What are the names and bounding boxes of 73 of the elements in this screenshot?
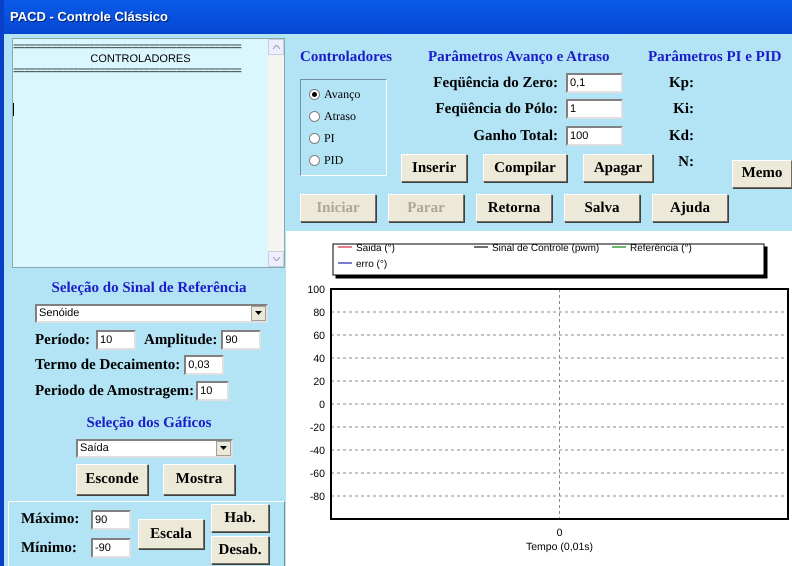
window-title: PACD - Controle Clássico	[10, 8, 168, 26]
memo-line: ==========================================	[13, 41, 242, 53]
parameter-label: Ki:	[673, 100, 694, 119]
parameter-field[interactable]: 0,1	[566, 72, 623, 93]
memo-button[interactable]: Memo	[732, 160, 792, 188]
radio-button[interactable]	[309, 154, 320, 166]
field-label: Mínimo:	[21, 538, 78, 558]
text-cursor	[13, 103, 14, 116]
axis-tick-label: 0	[556, 527, 562, 539]
scroll-up-icon[interactable]	[268, 39, 284, 55]
radio-label: Atraso	[324, 108, 356, 125]
signal-dropdown[interactable]: Senóide	[35, 304, 268, 322]
axis-tick-label: 100	[307, 284, 325, 296]
axis-tick-label: 80	[313, 307, 325, 319]
field-label: Ganho Total:	[473, 126, 558, 146]
axis-tick-label: -20	[310, 422, 325, 434]
parameter-field[interactable]: 100	[566, 126, 623, 146]
toggle-button[interactable]: Mostra	[163, 464, 235, 494]
sampling-field[interactable]: 10	[196, 380, 230, 401]
axis-tick-label: 20	[313, 376, 325, 388]
enable-button[interactable]: Hab.	[211, 504, 269, 532]
radio-button[interactable]	[309, 110, 320, 122]
field-label: Amplitude:	[144, 330, 218, 350]
field-label: Periodo de Amostragem:	[35, 382, 194, 400]
period-field[interactable]: 10	[96, 330, 136, 350]
radio-button[interactable]	[309, 88, 320, 100]
action-button[interactable]: Salva	[564, 194, 640, 222]
field-label: Máximo:	[21, 510, 80, 530]
field-label: Período:	[35, 330, 90, 350]
legend-entry: erro (°)	[338, 259, 388, 270]
axis-tick-label: -40	[310, 445, 325, 457]
parameter-field[interactable]: 1	[566, 99, 623, 120]
axis-tick-label: -80	[310, 491, 325, 503]
action-button[interactable]: Ajuda	[652, 194, 728, 222]
section-heading: Seleção do Sinal de Referência	[52, 279, 246, 298]
toggle-button[interactable]: Esconde	[76, 464, 148, 494]
scale-button[interactable]: Escala	[138, 518, 204, 549]
decay-field[interactable]: 0,03	[184, 355, 224, 376]
axis-tick-label: 60	[313, 330, 325, 342]
legend-label: erro (°)	[356, 259, 388, 270]
max-field[interactable]: 90	[91, 510, 131, 530]
action-button[interactable]: Compilar	[483, 154, 567, 182]
field-label: Termo de Decaimento:	[35, 356, 180, 375]
field-label: Feqüência do Zero:	[433, 74, 558, 92]
scroll-down-icon[interactable]	[268, 251, 284, 267]
section-heading: Seleção dos Gáficos	[86, 414, 212, 433]
field-label: Feqüência do Pólo:	[436, 100, 558, 119]
parameter-label: Kd:	[668, 126, 694, 146]
section-heading: Controladores	[300, 48, 393, 67]
min-field[interactable]: -90	[91, 538, 131, 558]
radio-button[interactable]	[309, 132, 320, 144]
action-button[interactable]: Retorna	[476, 194, 552, 222]
action-button[interactable]: Inserir	[401, 154, 468, 182]
memo-line: CONTROLADORES	[90, 53, 191, 65]
parameter-label: N:	[678, 153, 694, 172]
memo-box[interactable]: ========================================== CONTROLADORES ==========================================	[12, 38, 285, 268]
axis-tick-label: -60	[310, 468, 325, 480]
axis-tick-label: 0	[319, 399, 325, 411]
amplitude-field[interactable]: 90	[221, 330, 262, 350]
axis-tick-label: 40	[313, 353, 325, 365]
action-button[interactable]: Apagar	[582, 154, 654, 182]
parameter-label: Kp:	[668, 74, 694, 92]
legend-entry: Sinal de Controle (pwm)	[474, 243, 600, 254]
memo-line: ==========================================	[13, 65, 242, 77]
disable-button[interactable]: Desab.	[211, 536, 269, 564]
graph-dropdown[interactable]: Saída	[76, 438, 233, 458]
axis-label: Tempo (0,01s)	[526, 541, 594, 553]
section-heading: Parâmetros Avanço e Atraso	[428, 48, 610, 67]
scrollbar[interactable]	[268, 39, 284, 267]
radio-label: PID	[324, 152, 344, 169]
radio-label: Avanço	[324, 86, 360, 103]
radio-label: PI	[324, 130, 335, 147]
section-heading: Parâmetros PI e PID	[648, 48, 782, 67]
